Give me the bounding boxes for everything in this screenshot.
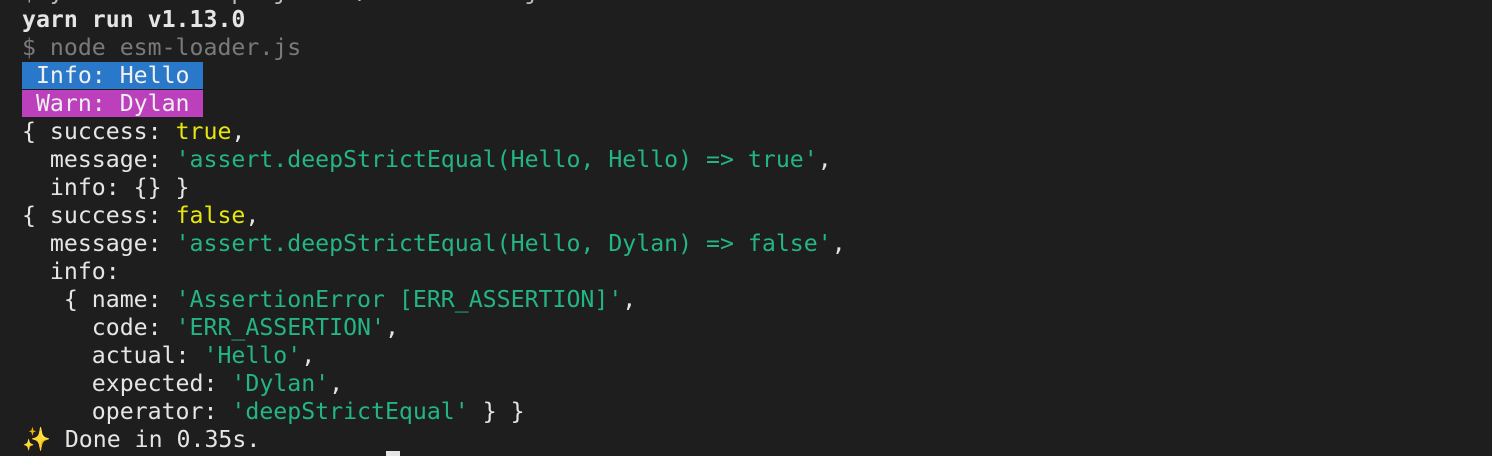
terminal-text: operator: — [22, 398, 232, 425]
terminal-line: expected: 'Dylan', — [22, 370, 846, 398]
terminal-line: actual: 'Hello', — [22, 342, 846, 370]
terminal-line: ✨ Done in 0.35s. — [22, 426, 846, 454]
terminal-line: info: — [22, 258, 846, 286]
terminal-text: { success: — [22, 202, 176, 229]
terminal-text: Done in 0.35s. — [64, 426, 261, 453]
terminal-text: code: — [22, 314, 176, 341]
terminal-text: expected: — [22, 370, 232, 397]
terminal-text: , — [329, 370, 344, 397]
terminal-text: , — [245, 202, 260, 229]
terminal-text: , — [301, 342, 316, 369]
terminal-text: info: — [22, 258, 120, 285]
terminal-line: operator: 'deepStrictEqual' } } — [22, 398, 846, 426]
terminal-text: $ yarn start --project=./esm-loader.js — [22, 0, 552, 5]
terminal-line: { success: false, — [22, 202, 846, 230]
terminal-line: { name: 'AssertionError [ERR_ASSERTION]'… — [22, 286, 846, 314]
terminal-text: , — [831, 230, 846, 257]
terminal-text: , — [817, 146, 832, 173]
terminal-text: 'Hello' — [203, 342, 302, 369]
terminal-text: , — [384, 314, 399, 341]
terminal-line: { success: true, — [22, 118, 846, 146]
terminal-text: false — [175, 202, 246, 229]
terminal-text: 'Dylan' — [231, 370, 330, 397]
terminal-text: { name: — [22, 286, 176, 313]
terminal-text: , — [231, 118, 246, 145]
terminal-line: Warn: Dylan — [22, 90, 846, 118]
terminal-text: info: {} } — [22, 174, 190, 201]
terminal-text: 'assert.deepStrictEqual(Hello, Dylan) =>… — [175, 230, 832, 257]
terminal-cursor — [386, 451, 400, 456]
terminal-text: message: — [22, 146, 176, 173]
terminal-output: $ yarn start --project=./esm-loader.jsya… — [22, 0, 846, 454]
terminal-text: } } — [468, 398, 525, 425]
terminal-text: 'AssertionError [ERR_ASSERTION]' — [175, 286, 623, 313]
terminal-line: message: 'assert.deepStrictEqual(Hello, … — [22, 146, 846, 174]
terminal-text: { success: — [22, 118, 176, 145]
terminal-line: message: 'assert.deepStrictEqual(Hello, … — [22, 230, 846, 258]
terminal-line: Info: Hello — [22, 62, 846, 90]
terminal-text: true — [175, 118, 232, 145]
terminal-text: yarn run v1.13.0 — [22, 6, 246, 33]
terminal-text: 'ERR_ASSERTION' — [175, 314, 385, 341]
terminal-text: actual: — [22, 342, 204, 369]
terminal-text: Info: Hello — [22, 62, 204, 89]
terminal-text: , — [622, 286, 637, 313]
terminal-text: 'deepStrictEqual' — [231, 398, 469, 425]
sparkles-icon: ✨ — [22, 426, 65, 453]
terminal-text: $ node esm-loader.js — [22, 34, 302, 61]
terminal-line: info: {} } — [22, 174, 846, 202]
terminal-text: message: — [22, 230, 176, 257]
terminal-line: yarn run v1.13.0 — [22, 6, 846, 34]
terminal-text: Warn: Dylan — [22, 90, 204, 117]
terminal-line: code: 'ERR_ASSERTION', — [22, 314, 846, 342]
terminal-text: 'assert.deepStrictEqual(Hello, Hello) =>… — [175, 146, 818, 173]
terminal-line: $ node esm-loader.js — [22, 34, 846, 62]
